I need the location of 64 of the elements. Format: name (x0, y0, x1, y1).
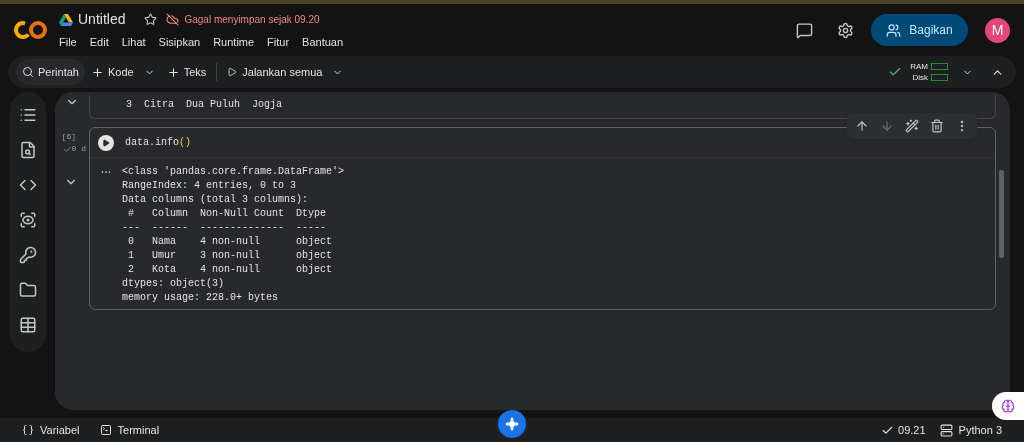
logo-icon[interactable] (14, 19, 48, 41)
plus-icon (91, 65, 104, 79)
cloud-off-icon (166, 13, 180, 27)
run-duration: 0 d (71, 143, 86, 155)
terminal-icon (99, 424, 112, 436)
runtime-label[interactable]: Python 3 (958, 421, 1002, 439)
output-line: --- ------ -------------- ----- (122, 221, 328, 235)
save-status: Gagal menyimpan sejak 09.20 (184, 13, 320, 28)
find-icon[interactable] (19, 141, 37, 159)
folder-icon[interactable] (19, 281, 37, 299)
table-of-contents-icon[interactable] (19, 106, 37, 124)
output-line: RangeIndex: 4 entries, 0 to 3 (122, 179, 297, 193)
output-line: # Column Non-Null Count Dtype (127, 207, 328, 221)
move-up-icon[interactable] (855, 119, 869, 133)
add-code-button[interactable]: Kode (91, 63, 134, 81)
braces-icon (22, 424, 34, 436)
add-text-button[interactable]: Teks (166, 63, 207, 81)
play-icon (102, 138, 110, 147)
resource-meter[interactable]: RAM Disk (910, 61, 948, 83)
execution-count: [6] (61, 131, 76, 143)
output-line: dtypes: object(3) (122, 277, 225, 291)
brain-button[interactable] (992, 392, 1024, 420)
drive-icon (59, 13, 73, 26)
notebook-title[interactable]: Untitled (78, 9, 126, 31)
plus-icon (166, 65, 180, 79)
variables-button[interactable]: Variabel (22, 421, 80, 439)
sparkle-icon (505, 417, 519, 431)
eye-icon[interactable] (19, 211, 37, 229)
search-icon (22, 66, 34, 78)
table-icon[interactable] (19, 316, 37, 334)
output-line: 3 Citra Dua Puluh Jogja (126, 98, 283, 112)
last-run-time: 09.21 (898, 422, 926, 438)
run-all-button[interactable]: Jalankan semua (227, 63, 323, 81)
menu-item[interactable]: Fitur (267, 34, 290, 51)
key-icon[interactable] (19, 246, 37, 264)
settings-icon[interactable] (837, 21, 854, 39)
share-button[interactable]: Bagikan (871, 14, 968, 46)
menu-item[interactable]: Sisipkan (158, 34, 201, 51)
menu-item[interactable]: Lihat (121, 34, 146, 51)
delete-icon[interactable] (930, 119, 944, 133)
output-line: 0 Nama 4 non-null object (127, 235, 333, 249)
command-search-button[interactable]: Perintah (16, 59, 85, 85)
run-cell-button[interactable] (98, 134, 114, 151)
star-icon[interactable] (144, 13, 158, 27)
menu-item[interactable]: Runtime (213, 34, 255, 51)
output-line: <class 'pandas.core.frame.DataFrame'> (122, 165, 345, 179)
output-line: 1 Umur 3 non-null object (127, 249, 333, 263)
gemini-button[interactable] (498, 410, 526, 438)
play-icon (227, 67, 238, 77)
output-line: 2 Kota 4 non-null object (127, 263, 333, 277)
move-down-icon[interactable] (880, 119, 894, 133)
terminal-button[interactable]: Terminal (99, 421, 160, 439)
people-icon (886, 22, 902, 38)
menu-item[interactable]: Edit (89, 34, 109, 51)
menu-item[interactable]: Bantuan (302, 34, 344, 51)
magic-pencil-icon[interactable] (905, 119, 919, 133)
brain-icon (1001, 399, 1015, 413)
runtime-icon[interactable] (939, 423, 953, 437)
output-line: memory usage: 228.0+ bytes (122, 291, 279, 305)
code-line: data.info() (125, 136, 192, 150)
comment-icon[interactable] (796, 21, 813, 39)
menu-item[interactable]: File (59, 34, 77, 51)
output-line: Data columns (total 3 columns): (122, 193, 309, 207)
avatar[interactable]: M (985, 17, 1010, 43)
